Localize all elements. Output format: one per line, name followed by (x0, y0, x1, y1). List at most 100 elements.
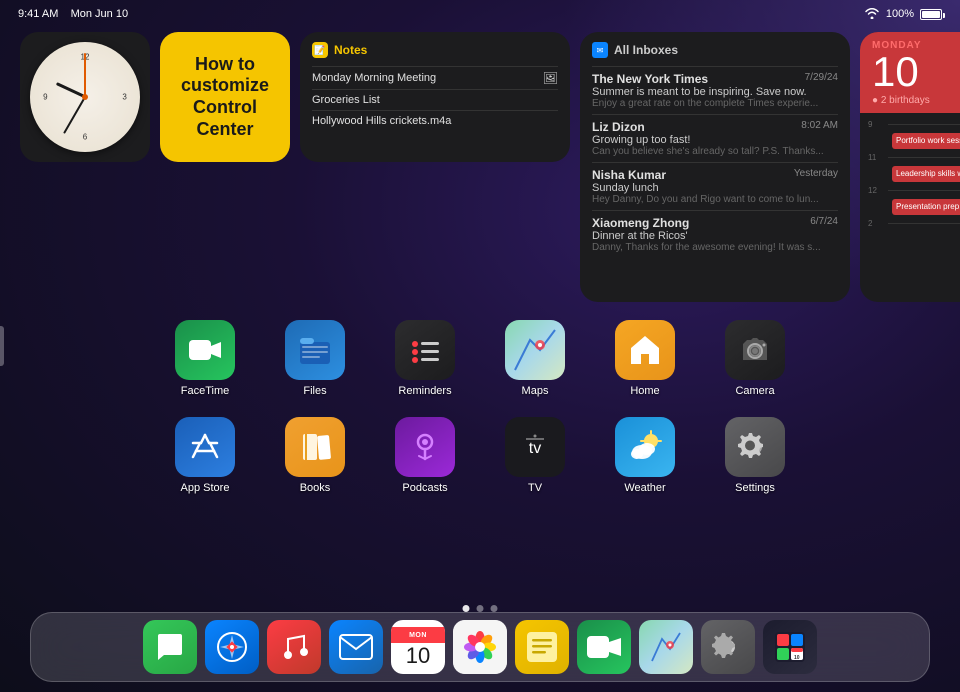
app-camera[interactable]: Camera (715, 320, 795, 397)
cal-event-3: Leadership skills wo... (892, 166, 960, 182)
mail-widget[interactable]: ✉ All Inboxes The New York Times 7/29/24… (580, 32, 850, 302)
app-grid: FaceTime Files (0, 320, 960, 494)
notes-title: Notes (334, 43, 367, 57)
clock-widget[interactable]: 12 3 6 9 (20, 32, 150, 162)
dock-facetime[interactable] (577, 620, 631, 674)
tv-icon-img: tv (505, 417, 565, 477)
customize-widget[interactable]: How to customize Control Center (160, 32, 290, 162)
mail-from-2: Liz Dizon 8:02 AM (592, 120, 838, 134)
dock-music[interactable] (267, 620, 321, 674)
settings-icon-img (725, 417, 785, 477)
time-display: 9:41 AM (18, 8, 58, 20)
app-row-1: FaceTime Files (165, 320, 795, 397)
calendar-birthdays: ● 2 birthdays (872, 93, 960, 108)
dock-maps[interactable] (639, 620, 693, 674)
app-settings[interactable]: Settings (715, 417, 795, 494)
wifi-icon (864, 7, 880, 22)
mail-subject-2: Growing up too fast! (592, 134, 838, 146)
mail-item-2[interactable]: Liz Dizon 8:02 AM Growing up too fast! C… (592, 114, 838, 162)
calendar-widget[interactable]: MONDAY 10 ● 2 birthdays 9 Portfolio work… (860, 32, 960, 302)
mail-preview-3: Hey Danny, Do you and Rigo want to come … (592, 194, 838, 205)
app-books[interactable]: Books (275, 417, 355, 494)
settings-label: Settings (735, 482, 775, 494)
calendar-grid: 9 Portfolio work session Singing group 1… (860, 113, 960, 235)
note-text-3: Hollywood Hills crickets.m4a (312, 115, 451, 127)
note-item-2[interactable]: Groceries List (312, 89, 558, 110)
dock-mail[interactable] (329, 620, 383, 674)
maps-label: Maps (522, 385, 549, 397)
page-dot-2[interactable] (477, 605, 484, 612)
mail-from-3: Nisha Kumar Yesterday (592, 168, 838, 182)
date-display: Mon Jun 10 (71, 8, 128, 20)
app-files[interactable]: Files (275, 320, 355, 397)
page-dot-3[interactable] (491, 605, 498, 612)
dock-notes[interactable] (515, 620, 569, 674)
podcasts-icon-img (395, 417, 455, 477)
books-label: Books (300, 482, 331, 494)
maps-icon-img (505, 320, 565, 380)
battery-percentage: 100% (886, 8, 914, 20)
mail-preview-1: Enjoy a great rate on the complete Times… (592, 98, 838, 109)
mail-from-4: Xiaomeng Zhong 6/7/24 (592, 216, 838, 230)
cal-event-5: Presentation prep (892, 199, 960, 215)
dock: MON 10 (30, 612, 930, 682)
minute-hand (63, 97, 86, 134)
dock-calendar-date: 10 (406, 643, 430, 667)
dock-safari[interactable] (205, 620, 259, 674)
app-maps[interactable]: Maps (495, 320, 575, 397)
mail-item-1[interactable]: The New York Times 7/29/24 Summer is mea… (592, 66, 838, 114)
facetime-label: FaceTime (181, 385, 230, 397)
calendar-date-number: 10 (872, 51, 960, 93)
mail-subject-1: Summer is meant to be inspiring. Save no… (592, 86, 838, 98)
mail-app-icon: ✉ (592, 42, 608, 58)
mail-subject-3: Sunday lunch (592, 182, 838, 194)
app-tv[interactable]: tv TV (495, 417, 575, 494)
notes-header: 📝 Notes (312, 42, 558, 58)
mail-title: All Inboxes (614, 43, 678, 57)
dock-calendar-day: MON (391, 627, 445, 643)
cal-event-1: Portfolio work session (892, 133, 960, 149)
app-home[interactable]: Home (605, 320, 685, 397)
facetime-icon-img (175, 320, 235, 380)
svg-text:10: 10 (794, 655, 800, 661)
svg-text:tv: tv (529, 440, 541, 457)
app-weather[interactable]: Weather (605, 417, 685, 494)
clock-num-6: 6 (83, 132, 87, 141)
mail-from-1: The New York Times 7/29/24 (592, 72, 838, 86)
status-bar: 9:41 AM Mon Jun 10 100% (0, 0, 960, 28)
dock-last[interactable]: 10 (763, 620, 817, 674)
app-appstore[interactable]: App Store (165, 417, 245, 494)
note-text-2: Groceries List (312, 94, 380, 106)
notes-app-icon: 📝 (312, 42, 328, 58)
clock-num-3: 3 (122, 93, 126, 102)
page-dots (463, 605, 498, 612)
note-attachment-icon: 🖼 (543, 71, 558, 85)
mail-item-4[interactable]: Xiaomeng Zhong 6/7/24 Dinner at the Rico… (592, 210, 838, 258)
notes-widget[interactable]: 📝 Notes Monday Morning Meeting 🖼 Groceri… (300, 32, 570, 162)
status-time: 9:41 AM Mon Jun 10 (18, 8, 128, 20)
app-reminders[interactable]: Reminders (385, 320, 465, 397)
reminders-icon-img (395, 320, 455, 380)
customize-text: How to customize Control Center (181, 54, 269, 140)
widgets-area: 12 3 6 9 How to customize Control Center… (20, 32, 960, 302)
note-text-1: Monday Morning Meeting (312, 72, 436, 84)
note-item-3[interactable]: Hollywood Hills crickets.m4a (312, 110, 558, 131)
app-facetime[interactable]: FaceTime (165, 320, 245, 397)
home-icon-img (615, 320, 675, 380)
dock-photos[interactable] (453, 620, 507, 674)
dock-messages[interactable] (143, 620, 197, 674)
dock-settings[interactable] (701, 620, 755, 674)
note-item-1[interactable]: Monday Morning Meeting 🖼 (312, 66, 558, 89)
page-dot-1[interactable] (463, 605, 470, 612)
tv-label: TV (528, 482, 542, 494)
dock-calendar[interactable]: MON 10 (391, 620, 445, 674)
reminders-label: Reminders (398, 385, 451, 397)
app-podcasts[interactable]: Podcasts (385, 417, 465, 494)
files-label: Files (303, 385, 326, 397)
mail-preview-4: Danny, Thanks for the awesome evening! I… (592, 242, 838, 253)
mail-item-3[interactable]: Nisha Kumar Yesterday Sunday lunch Hey D… (592, 162, 838, 210)
sidebar-handle[interactable] (0, 326, 4, 366)
photos-icon-detail (453, 620, 507, 674)
files-icon-img (285, 320, 345, 380)
mail-subject-4: Dinner at the Ricos' (592, 230, 838, 242)
